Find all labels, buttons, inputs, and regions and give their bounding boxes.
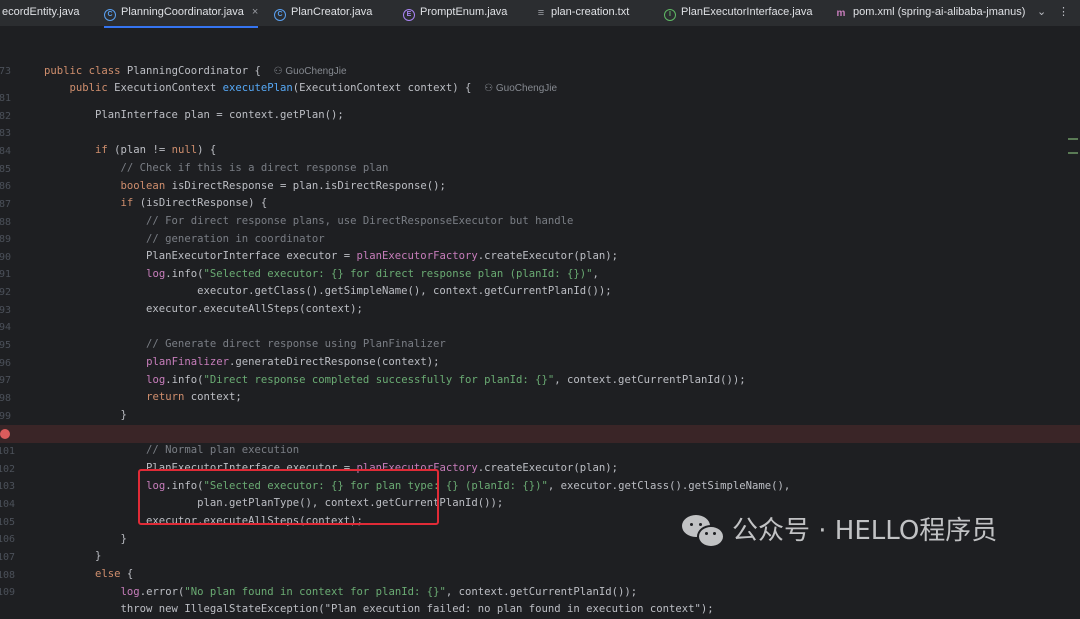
enum-icon: E [403,9,415,21]
editor-tab-bar: ecordEntity.java C PlanningCoordinator.ja… [0,0,1080,28]
tab-record-entity[interactable]: ecordEntity.java [2,0,79,26]
tab-label: PromptEnum.java [420,6,508,18]
class-icon: C [274,9,286,21]
tab-prompt-enum[interactable]: E PromptEnum.java [403,0,507,26]
tab-pom-xml[interactable]: m pom.xml (spring-ai-alibaba-jmanus) [834,0,1026,26]
code-line-84[interactable]: 84 // Check if this is a direct response… [0,125,1080,175]
maven-icon: m [836,8,846,19]
code-line-93[interactable]: 93 [0,284,1080,316]
code-line-97[interactable]: 97 return context; [0,354,1080,404]
code-line-98[interactable]: 98 } [0,372,1080,422]
highlight-annotation-box [138,469,439,525]
line-number: 109 [0,586,16,598]
code-line-102[interactable]: 102 log.info("Selected executor: {} for … [0,443,1080,493]
code-line-95[interactable]: 95 planFinalizer.generateDirectResponse(… [0,319,1080,369]
code-line-89[interactable]: 89 PlanExecutorInterface executor = plan… [0,213,1080,263]
close-icon[interactable]: × [252,6,258,18]
code-line-94[interactable]: 94 // Generate direct response using Pla… [0,301,1080,351]
tab-label: plan-creation.txt [551,6,630,18]
code-line-83[interactable]: 83 if (plan != null) { [0,107,1080,157]
text-file-icon [536,8,546,18]
code-line-100[interactable]: 100 // Normal plan execution [0,407,1080,457]
tab-label: PlanningCoordinator.java [121,6,244,18]
code-line-82[interactable]: 82 [0,90,1080,122]
tab-overflow-icon[interactable]: ⌄ [1037,0,1046,24]
code-line-86[interactable]: 86 if (isDirectResponse) { [0,160,1080,210]
tab-plan-creator[interactable]: C PlanCreator.java [274,0,372,26]
tab-label: PlanCreator.java [291,6,373,18]
code-line-81[interactable]: 81 PlanInterface plan = context.getPlan(… [0,72,1080,122]
code-line-88[interactable]: 88 // generation in coordinator [0,196,1080,246]
code-line-31[interactable]: 31 public class PlanningCoordinator { ⚇ … [0,28,1080,77]
tab-label: pom.xml (spring-ai-alibaba-jmanus) [853,6,1026,18]
code-line-90[interactable]: 90 log.info("Selected executor: {} for d… [0,231,1080,281]
tab-label: PlanExecutorInterface.java [681,6,813,18]
code-line-101-breakpoint[interactable]: 101 PlanExecutorInterface executor = pla… [0,425,1080,474]
tab-menu-icon[interactable]: ⋮ [1058,0,1069,24]
wechat-watermark: 公众号 · HELLO程序员 [682,510,997,550]
wechat-logo-icon [682,513,725,548]
tab-planning-coordinator[interactable]: C PlanningCoordinator.java × [104,0,259,28]
code-line-92[interactable]: 92 executor.executeAllSteps(context); [0,266,1080,316]
class-icon: C [104,9,116,21]
tab-plan-executor-interface[interactable]: I PlanExecutorInterface.java [664,0,812,26]
code-line-99[interactable]: 99 else { [0,390,1080,440]
breakpoint-icon[interactable] [0,429,10,439]
code-line-87[interactable]: 87 // For direct response plans, use Dir… [0,178,1080,228]
code-line-91[interactable]: 91 executor.getClass().getSimpleName(), … [0,248,1080,298]
interface-icon: I [664,9,676,21]
code-line-109[interactable]: 109 throw new IllegalStateException("Pla… [0,566,1080,616]
code-line-85[interactable]: 85 boolean isDirectResponse = plan.isDir… [0,143,1080,193]
code-line-96[interactable]: 96 log.info("Direct response completed s… [0,337,1080,387]
code-line-108[interactable]: 108 log.error("No plan found in context … [0,549,1080,599]
watermark-text: 公众号 · HELLO程序员 [732,516,998,546]
tab-label: ecordEntity.java [2,6,80,18]
tab-plan-creation-txt[interactable]: plan-creation.txt [536,0,629,26]
